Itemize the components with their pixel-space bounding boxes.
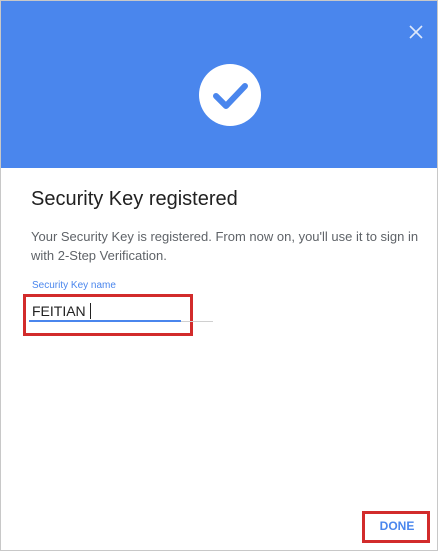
text-caret bbox=[90, 303, 91, 319]
close-icon[interactable] bbox=[405, 21, 427, 43]
done-button[interactable]: DONE bbox=[373, 518, 421, 534]
input-underline bbox=[181, 321, 213, 322]
input-underline-active bbox=[29, 320, 181, 322]
security-key-dialog: Security Key registered Your Security Ke… bbox=[0, 0, 438, 551]
security-key-name-input[interactable] bbox=[32, 301, 182, 321]
check-circle-icon bbox=[199, 64, 261, 126]
security-key-name-label: Security Key name bbox=[32, 280, 116, 291]
dialog-header bbox=[1, 1, 437, 168]
dialog-title: Security Key registered bbox=[31, 188, 238, 210]
input-highlight-box bbox=[23, 294, 193, 336]
dialog-description: Your Security Key is registered. From no… bbox=[31, 229, 419, 263]
